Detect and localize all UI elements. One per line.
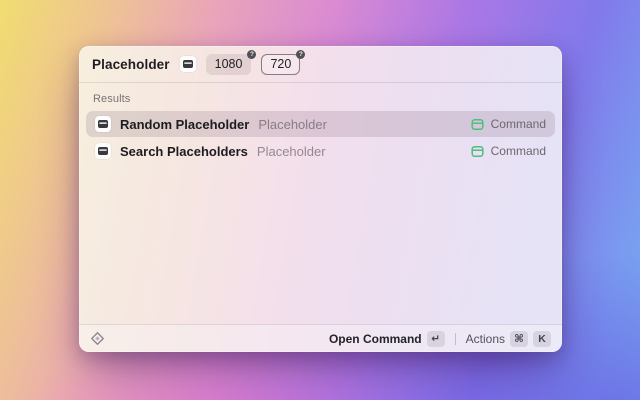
results-list: Results Random Placeholder Placeholder C… xyxy=(79,83,562,324)
argument-info-badge[interactable]: ? xyxy=(247,49,257,59)
result-row-search-placeholders[interactable]: Search Placeholders Placeholder Command xyxy=(86,138,555,164)
accessory-label: Command xyxy=(490,144,546,158)
results-section-label: Results xyxy=(93,93,131,105)
footer-divider xyxy=(454,332,456,345)
raycast-logo-icon xyxy=(91,332,104,345)
primary-action-label[interactable]: Open Command xyxy=(329,332,422,346)
search-bar[interactable]: Placeholder 1080 ? 720 ? xyxy=(79,46,562,83)
result-subtitle: Placeholder xyxy=(256,143,326,159)
command-window-icon xyxy=(471,118,484,130)
argument-chip-height[interactable]: 720 ? xyxy=(261,49,306,75)
result-subtitle: Placeholder xyxy=(258,116,327,132)
search-query[interactable]: Placeholder xyxy=(92,57,170,72)
result-accessory: Command xyxy=(471,117,546,131)
result-title: Random Placeholder xyxy=(120,116,250,132)
command-window-icon xyxy=(471,145,484,157)
photo-icon xyxy=(98,120,108,128)
argument-value: 720 xyxy=(270,57,292,71)
return-keycap: ↵ xyxy=(426,330,445,347)
cmd-keycap: ⌘ xyxy=(510,330,528,347)
launcher-window: Placeholder 1080 ? 720 ? Results Random … xyxy=(79,46,562,352)
actions-label[interactable]: Actions xyxy=(466,332,505,346)
placeholder-extension-icon xyxy=(95,116,111,132)
footer-bar: Open Command ↵ Actions ⌘ K xyxy=(79,324,562,352)
k-keycap: K xyxy=(533,330,551,347)
argument-chip-width[interactable]: 1080 ? xyxy=(205,49,257,75)
result-accessory: Command xyxy=(471,144,546,158)
accessory-label: Command xyxy=(490,117,546,131)
placeholder-extension-icon xyxy=(95,143,111,159)
result-title: Search Placeholders xyxy=(120,143,248,159)
argument-value: 1080 xyxy=(214,57,243,71)
photo-icon xyxy=(182,60,193,68)
actions-menu-trigger[interactable]: Actions ⌘ K xyxy=(466,330,551,347)
argument-info-badge[interactable]: ? xyxy=(296,49,306,59)
result-row-random-placeholder[interactable]: Random Placeholder Placeholder Command xyxy=(86,111,555,137)
photo-icon xyxy=(98,147,108,155)
placeholder-extension-icon xyxy=(179,56,196,72)
primary-action[interactable]: Open Command ↵ xyxy=(329,330,445,347)
